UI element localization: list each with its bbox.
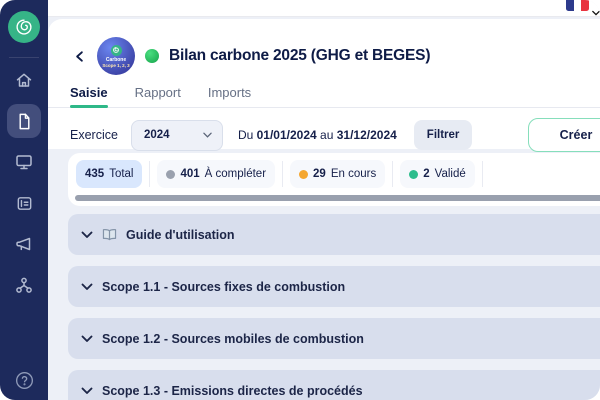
sidebar-item-monitor[interactable] [7,145,41,179]
filter-row: Exercice 2024 Du 01/01/2024 au 31/12/202… [48,118,600,152]
badge-divider [482,161,483,187]
book-icon [102,228,117,241]
status-dot [166,170,175,179]
sidebar-item-reports[interactable] [7,186,41,220]
brand-logo[interactable] [8,11,40,43]
counter-badges: 435 Total 401 À compléter 29 En cours [68,153,600,188]
project-avatar[interactable]: Carbone Scope 1, 2, 3 [97,37,135,75]
page-header-panel: Carbone Scope 1, 2, 3 Bilan carbone 2025… [48,19,600,149]
year-select-value: 2024 [144,129,170,141]
section-label: Scope 1.1 - Sources fixes de combustion [102,280,345,294]
tab-rapport[interactable]: Rapport [135,85,181,107]
france-flag-icon [566,0,574,11]
counter-en-cours[interactable]: 29 En cours [290,160,385,188]
title-row: Carbone Scope 1, 2, 3 Bilan carbone 2025… [48,19,600,77]
filter-button[interactable]: Filtrer [414,120,473,150]
counter-valide[interactable]: 2 Validé [400,160,475,188]
chevron-down-icon[interactable] [592,3,600,21]
chevron-down-icon [81,387,93,395]
exercice-label: Exercice [70,128,118,142]
section-label: Scope 1.3 - Emissions directes de procéd… [102,384,363,398]
counter-a-completer[interactable]: 401 À compléter [157,160,275,188]
sidebar-item-home[interactable] [7,63,41,97]
back-button[interactable] [72,49,87,64]
section-label: Guide d'utilisation [126,228,235,242]
date-range-text: Du 01/01/2024 au 31/12/2024 [238,128,397,142]
create-button[interactable]: Créer [528,118,600,152]
counter-total[interactable]: 435 Total [76,160,142,188]
content-area: 435 Total 401 À compléter 29 En cours [48,149,600,400]
status-dot [299,170,308,179]
spiral-logo-mini-icon [111,45,122,56]
section-scope-1-1[interactable]: Scope 1.1 - Sources fixes de combustion [68,266,600,307]
date-start: 01/01/2024 [257,128,317,142]
sidebar [0,0,48,400]
spiral-logo-icon [13,16,35,38]
sidebar-divider [9,57,39,58]
chevron-down-icon [203,132,212,138]
avatar-line2: Scope 1, 2, 3 [102,63,129,68]
section-label: Scope 1.2 - Sources mobiles de combustio… [102,332,364,346]
document-icon [15,112,34,131]
status-dot [409,170,418,179]
accordion-list: Guide d'utilisation Scope 1.1 - Sources … [48,214,600,400]
sidebar-item-help[interactable] [14,370,35,391]
horizontal-scrollbar[interactable] [75,195,600,201]
section-scope-1-2[interactable]: Scope 1.2 - Sources mobiles de combustio… [68,318,600,359]
megaphone-icon [14,234,34,254]
chevron-down-icon [81,231,93,239]
badge-divider [282,161,283,187]
tab-saisie[interactable]: Saisie [70,85,108,107]
org-chart-icon [14,275,34,295]
date-end: 31/12/2024 [337,128,397,142]
topbar [48,0,600,17]
page-title: Bilan carbone 2025 (GHG et BEGES) [169,47,430,65]
counters-card: 435 Total 401 À compléter 29 En cours [68,153,600,206]
sidebar-item-organization[interactable] [7,268,41,302]
year-select[interactable]: 2024 [131,120,223,151]
sidebar-item-announcements[interactable] [7,227,41,261]
section-scope-1-3[interactable]: Scope 1.3 - Emissions directes de procéd… [68,370,600,400]
chevron-down-icon [81,283,93,291]
home-icon [14,70,34,90]
sidebar-item-documents[interactable] [7,104,41,138]
tab-bar: Saisie Rapport Imports [48,82,600,108]
title-status-dot [145,49,159,63]
section-guide[interactable]: Guide d'utilisation [68,214,600,255]
report-list-icon [15,194,34,213]
tab-imports[interactable]: Imports [208,85,251,107]
main-area: Carbone Scope 1, 2, 3 Bilan carbone 2025… [48,0,600,400]
help-icon [14,370,35,391]
badge-divider [392,161,393,187]
badge-divider [149,161,150,187]
chevron-down-icon [81,335,93,343]
language-selector[interactable] [566,0,589,11]
monitor-icon [14,152,34,172]
app-window: Carbone Scope 1, 2, 3 Bilan carbone 2025… [0,0,600,400]
